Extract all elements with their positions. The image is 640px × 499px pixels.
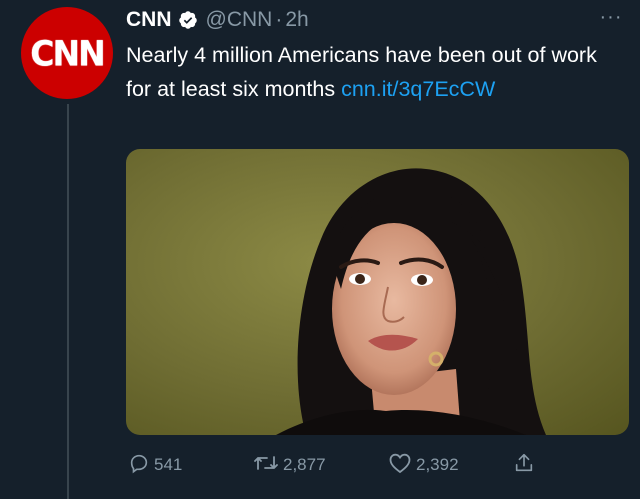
more-icon[interactable]: ··· <box>596 5 626 29</box>
avatar[interactable]: CNN <box>21 7 113 99</box>
tweet-header: CNN @CNN · 2h <box>126 5 309 35</box>
reply-button[interactable]: 541 <box>128 450 182 480</box>
share-button[interactable] <box>513 450 539 480</box>
thread-line <box>67 104 69 499</box>
heart-icon <box>388 452 416 479</box>
reply-icon <box>128 452 154 479</box>
share-icon <box>513 452 539 479</box>
tweet-timestamp[interactable]: 2h <box>285 8 308 32</box>
separator-dot: · <box>275 8 283 31</box>
author-name[interactable]: CNN <box>126 8 172 32</box>
like-button[interactable]: 2,392 <box>388 450 459 480</box>
retweet-icon <box>253 452 283 479</box>
reply-count: 541 <box>154 455 183 474</box>
author-handle[interactable]: @CNN <box>206 8 273 32</box>
avatar-logo-text: CNN <box>30 32 105 74</box>
retweet-count: 2,877 <box>283 455 326 474</box>
tweet-image[interactable] <box>126 149 629 435</box>
portrait-photo <box>276 168 546 435</box>
tweet-actions: 541 2,877 2,392 <box>126 450 556 480</box>
like-count: 2,392 <box>416 455 459 474</box>
tweet-text: Nearly 4 million Americans have been out… <box>126 38 626 106</box>
tweet-link[interactable]: cnn.it/​3q7EcCW <box>341 77 495 101</box>
verified-badge-icon <box>178 10 198 30</box>
retweet-button[interactable]: 2,877 <box>253 450 326 480</box>
